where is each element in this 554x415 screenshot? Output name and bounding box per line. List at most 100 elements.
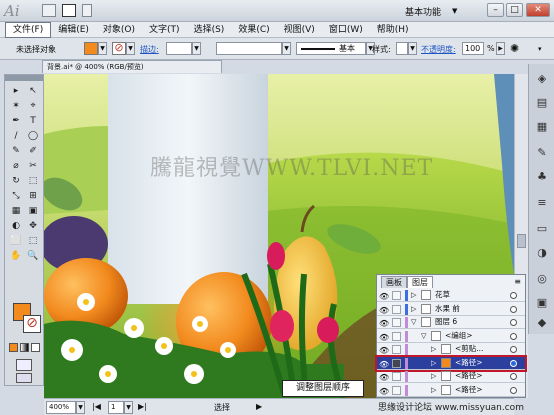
stroke-panel-icon[interactable]: ≡ — [533, 194, 551, 212]
expand-triangle-closed-icon[interactable]: ▷ — [431, 384, 436, 396]
opacity-dropdown[interactable]: ▶ — [496, 42, 505, 55]
expand-triangle-closed-icon[interactable]: ▷ — [411, 289, 416, 301]
visibility-eye-icon[interactable]: 👁 — [379, 291, 389, 303]
tool-button-1[interactable]: ↖ — [26, 85, 40, 98]
tool-button-22[interactable]: ✋ — [9, 250, 23, 263]
target-circle-icon[interactable] — [510, 359, 517, 367]
zoom-dropdown[interactable]: ▼ — [76, 401, 85, 414]
workspace-switcher[interactable]: 基本功能 — [405, 5, 441, 18]
target-circle-icon[interactable] — [510, 292, 517, 299]
menu-view[interactable]: 视图(V) — [277, 23, 322, 37]
stroke-color-box[interactable]: ⊘ — [23, 315, 41, 333]
tool-button-14[interactable]: ⤡ — [9, 190, 23, 203]
tool-button-6[interactable]: / — [9, 130, 23, 143]
panel-menu-icon[interactable]: ≡ — [514, 277, 521, 286]
expand-triangle-closed-icon[interactable]: ▷ — [431, 370, 436, 382]
lock-toggle[interactable] — [392, 331, 401, 341]
tool-button-11[interactable]: ✂ — [26, 160, 40, 173]
expand-triangle-closed-icon[interactable]: ▷ — [431, 343, 436, 355]
lock-toggle[interactable] — [392, 304, 401, 314]
tool-button-9[interactable]: ✐ — [26, 145, 40, 158]
tool-button-12[interactable]: ↻ — [9, 175, 23, 188]
tool-button-18[interactable]: ◐ — [9, 220, 23, 233]
variable-width-dropdown[interactable]: ▼ — [282, 42, 291, 55]
graphic-styles-icon[interactable]: ▣ — [533, 294, 551, 312]
swatches-icon[interactable]: ▦ — [533, 118, 551, 136]
visibility-eye-icon[interactable]: 👁 — [379, 332, 389, 344]
color-guide-icon[interactable]: ▤ — [533, 94, 551, 112]
tool-button-2[interactable]: ✶ — [9, 100, 23, 113]
tab-layers[interactable]: 图层 — [407, 276, 433, 288]
layer-row[interactable]: 👁 ▽ <编组> — [377, 330, 525, 343]
stroke-weight-field[interactable] — [166, 42, 192, 55]
layer-row[interactable]: 👁 ▽ 图层 6 — [377, 316, 525, 329]
fill-swatch[interactable] — [84, 42, 98, 55]
artboard-dropdown[interactable]: ▼ — [124, 401, 133, 414]
menu-edit[interactable]: 编辑(E) — [51, 23, 96, 37]
menu-help[interactable]: 帮助(H) — [370, 23, 416, 37]
layer-row[interactable]: 👁 ▷ <路径> — [377, 370, 525, 383]
minimize-button[interactable]: – — [487, 3, 504, 17]
tool-button-13[interactable]: ⬚ — [26, 175, 40, 188]
layer-row[interactable]: 👁 ▷ <路径> — [375, 354, 527, 372]
color-mode-button[interactable] — [9, 343, 18, 352]
expand-triangle-closed-icon[interactable]: ▷ — [411, 303, 416, 315]
tool-button-4[interactable]: ✒ — [9, 115, 23, 128]
tool-button-23[interactable]: 🔍 — [26, 250, 40, 263]
visibility-eye-icon[interactable]: 👁 — [379, 372, 389, 384]
transparency-icon[interactable]: ◑ — [533, 244, 551, 262]
appearance-icon[interactable]: ◎ — [533, 270, 551, 288]
symbols-icon[interactable]: ♣ — [533, 168, 551, 186]
variable-width-field[interactable] — [216, 42, 282, 55]
close-button[interactable]: ✕ — [526, 3, 550, 17]
menu-type[interactable]: 文字(T) — [142, 23, 187, 37]
target-circle-icon[interactable] — [510, 319, 517, 326]
tool-button-19[interactable]: ✥ — [26, 220, 40, 233]
visibility-eye-icon[interactable]: 👁 — [379, 359, 389, 371]
bridge-icon[interactable] — [42, 4, 56, 17]
stroke-label[interactable]: 描边: — [140, 44, 159, 55]
lock-toggle[interactable] — [392, 291, 401, 300]
layer-row[interactable]: 👁 ▷ <路径> — [377, 384, 525, 397]
maximize-button[interactable]: □ — [506, 3, 523, 17]
tool-button-16[interactable]: ▦ — [9, 205, 23, 218]
tool-button-15[interactable]: ⊞ — [26, 190, 40, 203]
tools-panel-grip[interactable] — [5, 75, 43, 81]
graphic-style-dropdown[interactable]: ▼ — [408, 42, 417, 55]
stroke-dropdown[interactable]: ▼ — [126, 42, 135, 55]
target-circle-icon[interactable] — [510, 332, 517, 340]
none-mode-button[interactable] — [31, 343, 40, 352]
target-circle-icon[interactable] — [510, 305, 517, 313]
panel-menu-icon[interactable]: ▾ — [538, 45, 542, 53]
stroke-weight-dropdown[interactable]: ▼ — [192, 42, 201, 55]
document-tab[interactable]: 背景.ai* @ 400% (RGB/预览) — [42, 60, 222, 73]
tool-button-20[interactable]: ⬜ — [9, 235, 23, 248]
first-artboard-button[interactable]: |◀ — [92, 402, 101, 411]
tool-button-21[interactable]: ⬚ — [26, 235, 40, 248]
zoom-field[interactable]: 400% — [46, 401, 76, 414]
menu-object[interactable]: 对象(O) — [96, 23, 142, 37]
menu-window[interactable]: 窗口(W) — [322, 23, 370, 37]
next-artboard-button[interactable]: ▶| — [138, 402, 147, 411]
expand-triangle-open-icon[interactable]: ▽ — [411, 316, 416, 328]
brush-definition-field[interactable]: 基本 — [296, 42, 366, 55]
lock-toggle[interactable] — [392, 385, 401, 395]
graphic-style-swatch[interactable] — [396, 42, 408, 55]
opacity-label[interactable]: 不透明度: — [421, 44, 456, 55]
screen-mode-button[interactable] — [16, 373, 32, 383]
lock-toggle[interactable] — [392, 345, 401, 354]
tool-button-7[interactable]: ◯ — [26, 130, 40, 143]
status-menu-arrow[interactable]: ▶ — [256, 402, 262, 411]
tab-artboards[interactable]: 画板 — [381, 276, 407, 288]
tool-button-3[interactable]: ⌖ — [26, 100, 40, 113]
tool-button-5[interactable]: T — [26, 115, 40, 128]
gradient-mode-button[interactable] — [20, 343, 29, 352]
visibility-eye-icon[interactable]: 👁 — [379, 345, 389, 357]
target-circle-icon[interactable] — [510, 386, 517, 394]
target-circle-icon[interactable] — [510, 346, 517, 353]
tool-button-17[interactable]: ▣ — [26, 205, 40, 218]
recolor-artwork-icon[interactable]: ✺ — [510, 42, 519, 55]
layer-row[interactable]: 👁 ▷ 水果 前 — [377, 303, 525, 316]
visibility-eye-icon[interactable]: 👁 — [379, 305, 389, 317]
layers-panel-icon[interactable]: ◆ — [533, 314, 551, 332]
